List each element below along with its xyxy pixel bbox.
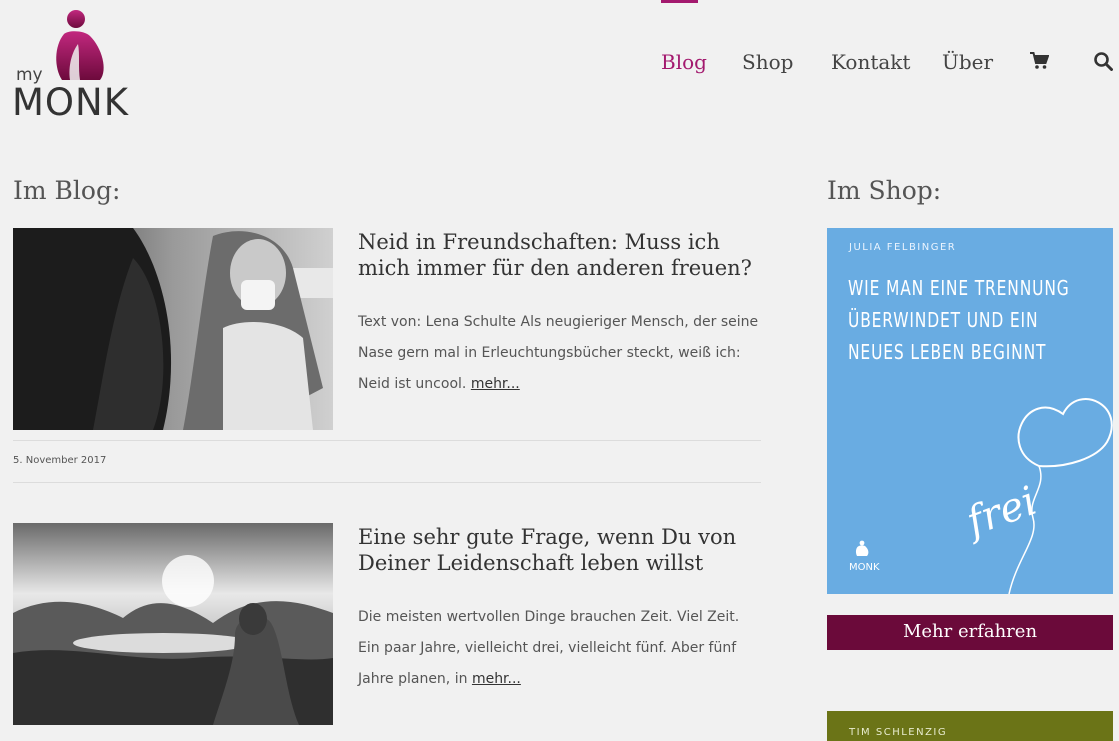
nav-item-ueber[interactable]: Über (942, 50, 993, 74)
post-2-title[interactable]: Eine sehr gute Frage, wenn Du von Deiner… (358, 524, 768, 576)
mehr-erfahren-button[interactable]: Mehr erfahren (827, 615, 1113, 650)
monk-logo-icon (56, 10, 104, 80)
book-1-title-line: WIE MAN EINE TRENNUNG (848, 276, 1070, 300)
post-1-excerpt: Text von: Lena Schulte Als neugieriger M… (358, 307, 763, 400)
nav-active-indicator (661, 0, 698, 3)
book-1-title: WIE MAN EINE TRENNUNG ÜBERWINDET UND EIN… (848, 272, 1072, 368)
nav-item-blog[interactable]: Blog (661, 50, 707, 74)
nav-item-shop[interactable]: Shop (742, 50, 793, 74)
post-2-more-link[interactable]: mehr... (472, 671, 521, 687)
post-1-date: 5. November 2017 (13, 455, 107, 466)
post-2-excerpt-text: Die meisten wertvollen Dinge brauchen Ze… (358, 609, 740, 687)
book-1-author: JULIA FELBINGER (849, 242, 957, 253)
post-2-image[interactable] (13, 523, 333, 725)
post-1-divider-bottom (13, 482, 761, 483)
book-1-title-line: NEUES LEBEN BEGINNT (848, 340, 1047, 364)
post-1-image[interactable] (13, 228, 333, 430)
logo-monk: MONK (12, 81, 129, 124)
shopping-cart-icon[interactable] (1030, 52, 1050, 74)
post-1-divider-top (13, 440, 761, 441)
heart-balloon-illustration: frei (967, 398, 1113, 594)
book-1-publisher-logo-icon (855, 540, 869, 556)
search-icon[interactable] (1094, 52, 1113, 75)
site-logo[interactable]: my MONK (12, 8, 142, 124)
blog-section-title: Im Blog: (13, 176, 121, 205)
post-1-excerpt-text: Text von: Lena Schulte Als neugieriger M… (358, 314, 759, 392)
book-cover-1[interactable]: JULIA FELBINGER WIE MAN EINE TRENNUNG ÜB… (827, 228, 1113, 594)
book-2-author: TIM SCHLENZIG (849, 727, 948, 738)
nav-item-kontakt[interactable]: Kontakt (831, 50, 910, 74)
post-1-more-link[interactable]: mehr... (471, 376, 520, 392)
book-1-title-line: ÜBERWINDET UND EIN (848, 308, 1039, 332)
shop-section-title: Im Shop: (827, 176, 942, 205)
post-2-excerpt: Die meisten wertvollen Dinge brauchen Ze… (358, 602, 763, 695)
post-1-title[interactable]: Neid in Freundschaften: Muss ich mich im… (358, 229, 768, 281)
book-1-script-word: frei (967, 478, 1043, 546)
book-1-publisher: MONK (849, 562, 880, 573)
book-cover-2[interactable]: TIM SCHLENZIG (827, 711, 1113, 741)
